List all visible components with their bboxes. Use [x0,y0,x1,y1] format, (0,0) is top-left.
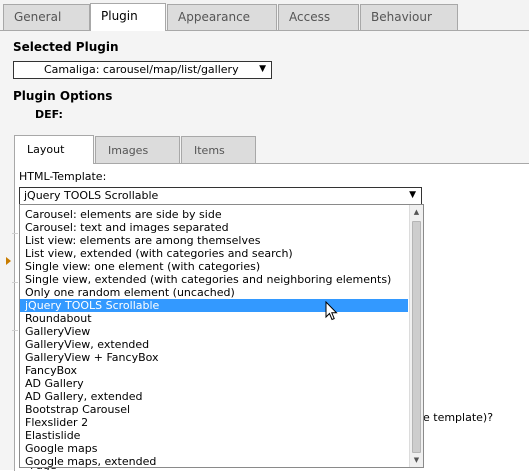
tab-plugin[interactable]: Plugin [90,3,166,31]
tab-general-label: General [14,10,62,24]
tab-access[interactable]: Access [278,4,359,30]
html-template-label: HTML-Template: [19,170,107,183]
template-option[interactable]: Elastislide [20,429,408,442]
collapse-arrow-icon[interactable] [6,257,11,265]
template-option[interactable]: AD Gallery, extended [20,390,408,403]
scroll-thumb[interactable] [412,221,421,453]
tab-items-label: Items [194,144,225,157]
template-option[interactable]: jQuery TOOLS Scrollable [20,299,408,312]
html-template-select[interactable]: jQuery TOOLS Scrollable ▼ [19,187,422,205]
plugin-select-value: Camaliga: carousel/map/list/gallery [44,63,239,76]
scroll-up-icon[interactable]: ▲ [411,205,422,219]
template-option[interactable]: AD Gallery [20,377,408,390]
partial-question-text: e template)? [423,411,494,424]
template-option[interactable]: Carousel: elements are side by side [20,208,408,221]
tab-images[interactable]: Images [95,136,180,163]
template-option[interactable]: Only one random element (uncached) [20,286,408,299]
tab-appearance[interactable]: Appearance [167,4,277,30]
tab-layout-label: Layout [27,143,65,156]
template-option[interactable]: Single view: one element (with categorie… [20,260,408,273]
template-option[interactable]: Google maps [20,442,408,455]
sheet-label: DEF: [35,108,63,121]
chevron-down-icon: ▼ [259,64,266,74]
tab-images-label: Images [108,144,149,157]
mouse-cursor-icon [325,301,338,321]
template-option[interactable]: GalleryView, extended [20,338,408,351]
plugin-options-heading: Plugin Options [13,89,113,103]
tab-general[interactable]: General [3,4,90,30]
divider [12,330,18,331]
template-option[interactable]: Bootstrap Carousel [20,403,408,416]
template-option[interactable]: Single view, extended (with categories a… [20,273,408,286]
template-option[interactable]: Google maps, extended [20,455,408,467]
divider [12,282,18,283]
tab-behaviour-label: Behaviour [371,10,432,24]
scrollbar[interactable]: ▲ ▼ [409,205,423,467]
html-template-value: jQuery TOOLS Scrollable [24,189,159,202]
chevron-down-icon: ▼ [409,190,416,200]
template-option[interactable]: Flexslider 2 [20,416,408,429]
template-option[interactable]: List view: elements are among themselves [20,234,408,247]
template-option[interactable]: Carousel: text and images separated [20,221,408,234]
tab-access-label: Access [289,10,331,24]
tab-layout[interactable]: Layout [14,135,94,164]
tab-items[interactable]: Items [181,136,256,163]
template-option[interactable]: GalleryView [20,325,408,338]
scroll-down-icon[interactable]: ▼ [411,453,422,467]
tab-appearance-label: Appearance [178,10,251,24]
plugin-select[interactable]: Camaliga: carousel/map/list/gallery ▼ [13,61,272,79]
divider [12,233,18,234]
template-option[interactable]: Roundabout [20,312,408,325]
template-option[interactable]: List view, extended (with categories and… [20,247,408,260]
selected-plugin-heading: Selected Plugin [13,40,119,54]
tab-behaviour[interactable]: Behaviour [360,4,458,30]
template-option[interactable]: FancyBox [20,364,408,377]
template-option[interactable]: GalleryView + FancyBox [20,351,408,364]
tab-plugin-label: Plugin [101,9,138,23]
html-template-options-list[interactable]: Carousel: elements are side by side Carou… [19,204,424,468]
